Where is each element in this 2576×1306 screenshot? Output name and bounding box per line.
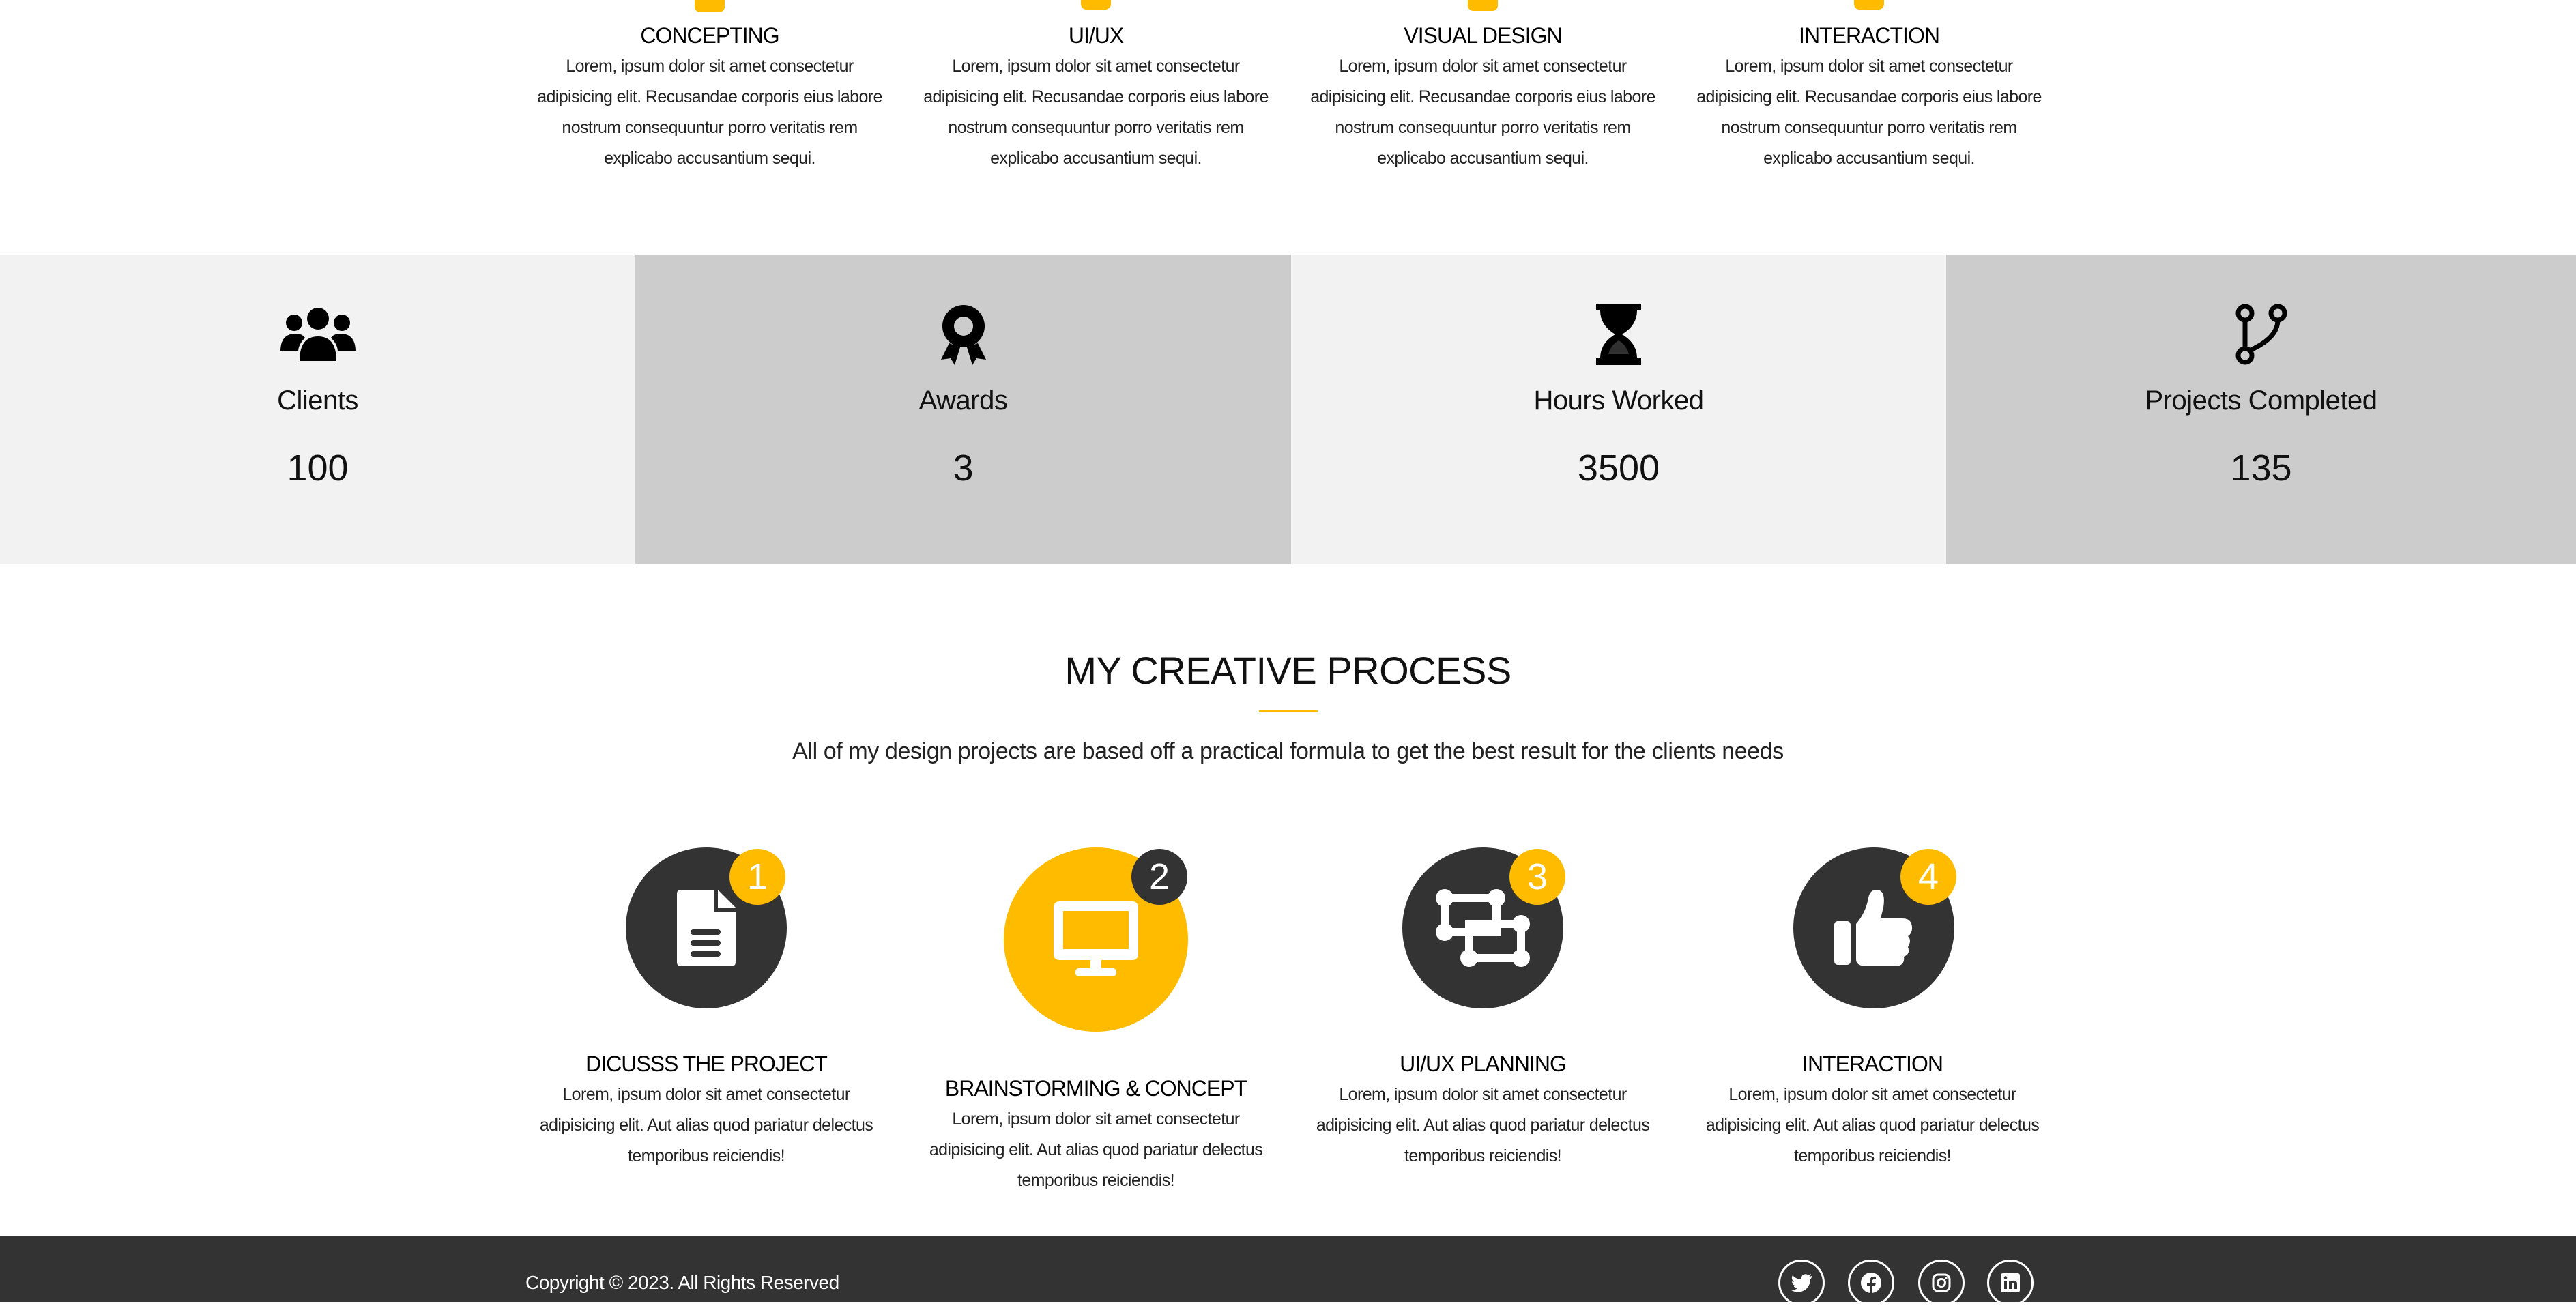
twitter-link[interactable] <box>1778 1260 1825 1306</box>
stat-projects: Projects Completed 135 <box>1946 255 2576 564</box>
code-branch-icon <box>2235 304 2287 365</box>
step-card: INTERACTION Lorem, ipsum dolor sit amet … <box>1695 1051 2050 1172</box>
service-title: INTERACTION <box>1799 23 1940 48</box>
users-icon <box>280 308 356 361</box>
instagram-icon <box>1932 1273 1951 1292</box>
concepting-icon <box>695 0 725 12</box>
award-icon <box>940 305 986 365</box>
service-text: Lorem, ipsum dolor sit amet consectetur a… <box>923 57 1269 168</box>
stat-value: 3 <box>953 448 974 489</box>
stat-clients: Clients 100 <box>0 255 635 564</box>
step-text: Lorem, ipsum dolor sit amet consectetur a… <box>1705 1085 2040 1165</box>
section-subtitle: All of my design projects are based off … <box>792 738 1784 764</box>
interaction-icon <box>1854 0 1884 10</box>
service-card: VISUAL DESIGN Lorem, ipsum dolor sit ame… <box>1305 23 1660 174</box>
uiux-icon <box>1081 0 1111 10</box>
hourglass-icon <box>1596 304 1641 365</box>
stat-value: 100 <box>287 448 349 489</box>
linkedin-link[interactable] <box>1987 1260 2034 1306</box>
step-text: Lorem, ipsum dolor sit amet consectetur a… <box>929 1109 1263 1190</box>
stat-hours: Hours Worked 3500 <box>1291 255 1946 564</box>
service-text: Lorem, ipsum dolor sit amet consectetur a… <box>537 57 882 168</box>
twitter-icon <box>1791 1274 1812 1292</box>
step-title: BRAINSTORMING & CONCEPT <box>944 1076 1247 1101</box>
service-card: UI/UX Lorem, ipsum dolor sit amet consec… <box>918 23 1273 174</box>
visual-design-icon <box>1468 0 1498 11</box>
stat-label: Clients <box>277 386 358 416</box>
service-title: CONCEPTING <box>640 23 779 48</box>
stat-value: 135 <box>2230 448 2292 489</box>
step-number-badge: 3 <box>1509 849 1565 905</box>
object-ungroup-icon <box>1436 889 1530 967</box>
service-title: VISUAL DESIGN <box>1404 23 1562 48</box>
section-title: MY CREATIVE PROCESS <box>1065 649 1511 692</box>
footer <box>0 1236 2576 1302</box>
step-card: UI/UX PLANNING Lorem, ipsum dolor sit am… <box>1305 1051 1660 1172</box>
service-text: Lorem, ipsum dolor sit amet consectetur a… <box>1696 57 2042 168</box>
step-title: INTERACTION <box>1802 1051 1943 1076</box>
step-text: Lorem, ipsum dolor sit amet consectetur a… <box>539 1085 873 1165</box>
instagram-link[interactable] <box>1918 1260 1965 1306</box>
step-number-badge: 4 <box>1900 849 1956 905</box>
step-number-badge: 1 <box>729 849 785 905</box>
service-card: INTERACTION Lorem, ipsum dolor sit amet … <box>1692 23 2046 174</box>
stat-label: Hours Worked <box>1533 386 1704 416</box>
stat-label: Awards <box>918 386 1008 416</box>
stat-awards: Awards 3 <box>635 255 1291 564</box>
facebook-icon <box>1861 1273 1881 1293</box>
stat-value: 3500 <box>1577 448 1660 489</box>
facebook-link[interactable] <box>1848 1260 1894 1306</box>
service-title: UI/UX <box>1068 23 1124 48</box>
step-title: UI/UX PLANNING <box>1400 1051 1567 1076</box>
step-number-badge: 2 <box>1131 849 1187 905</box>
step-card: DICUSSS THE PROJECT Lorem, ipsum dolor s… <box>529 1051 884 1172</box>
stat-label: Projects Completed <box>2145 386 2377 416</box>
step-card: BRAINSTORMING & CONCEPT Lorem, ipsum dol… <box>918 1076 1273 1196</box>
step-text: Lorem, ipsum dolor sit amet consectetur a… <box>1316 1085 1650 1165</box>
service-text: Lorem, ipsum dolor sit amet consectetur a… <box>1310 57 1655 168</box>
file-icon <box>677 890 736 966</box>
thumbs-up-icon <box>1834 890 1912 966</box>
desktop-icon <box>1054 901 1138 976</box>
linkedin-icon <box>2001 1273 2020 1292</box>
step-title: DICUSSS THE PROJECT <box>585 1051 828 1076</box>
copyright-text: Copyright © 2023. All Rights Reserved <box>525 1272 839 1293</box>
title-underline <box>1259 710 1318 712</box>
service-card: CONCEPTING Lorem, ipsum dolor sit amet c… <box>532 23 887 174</box>
